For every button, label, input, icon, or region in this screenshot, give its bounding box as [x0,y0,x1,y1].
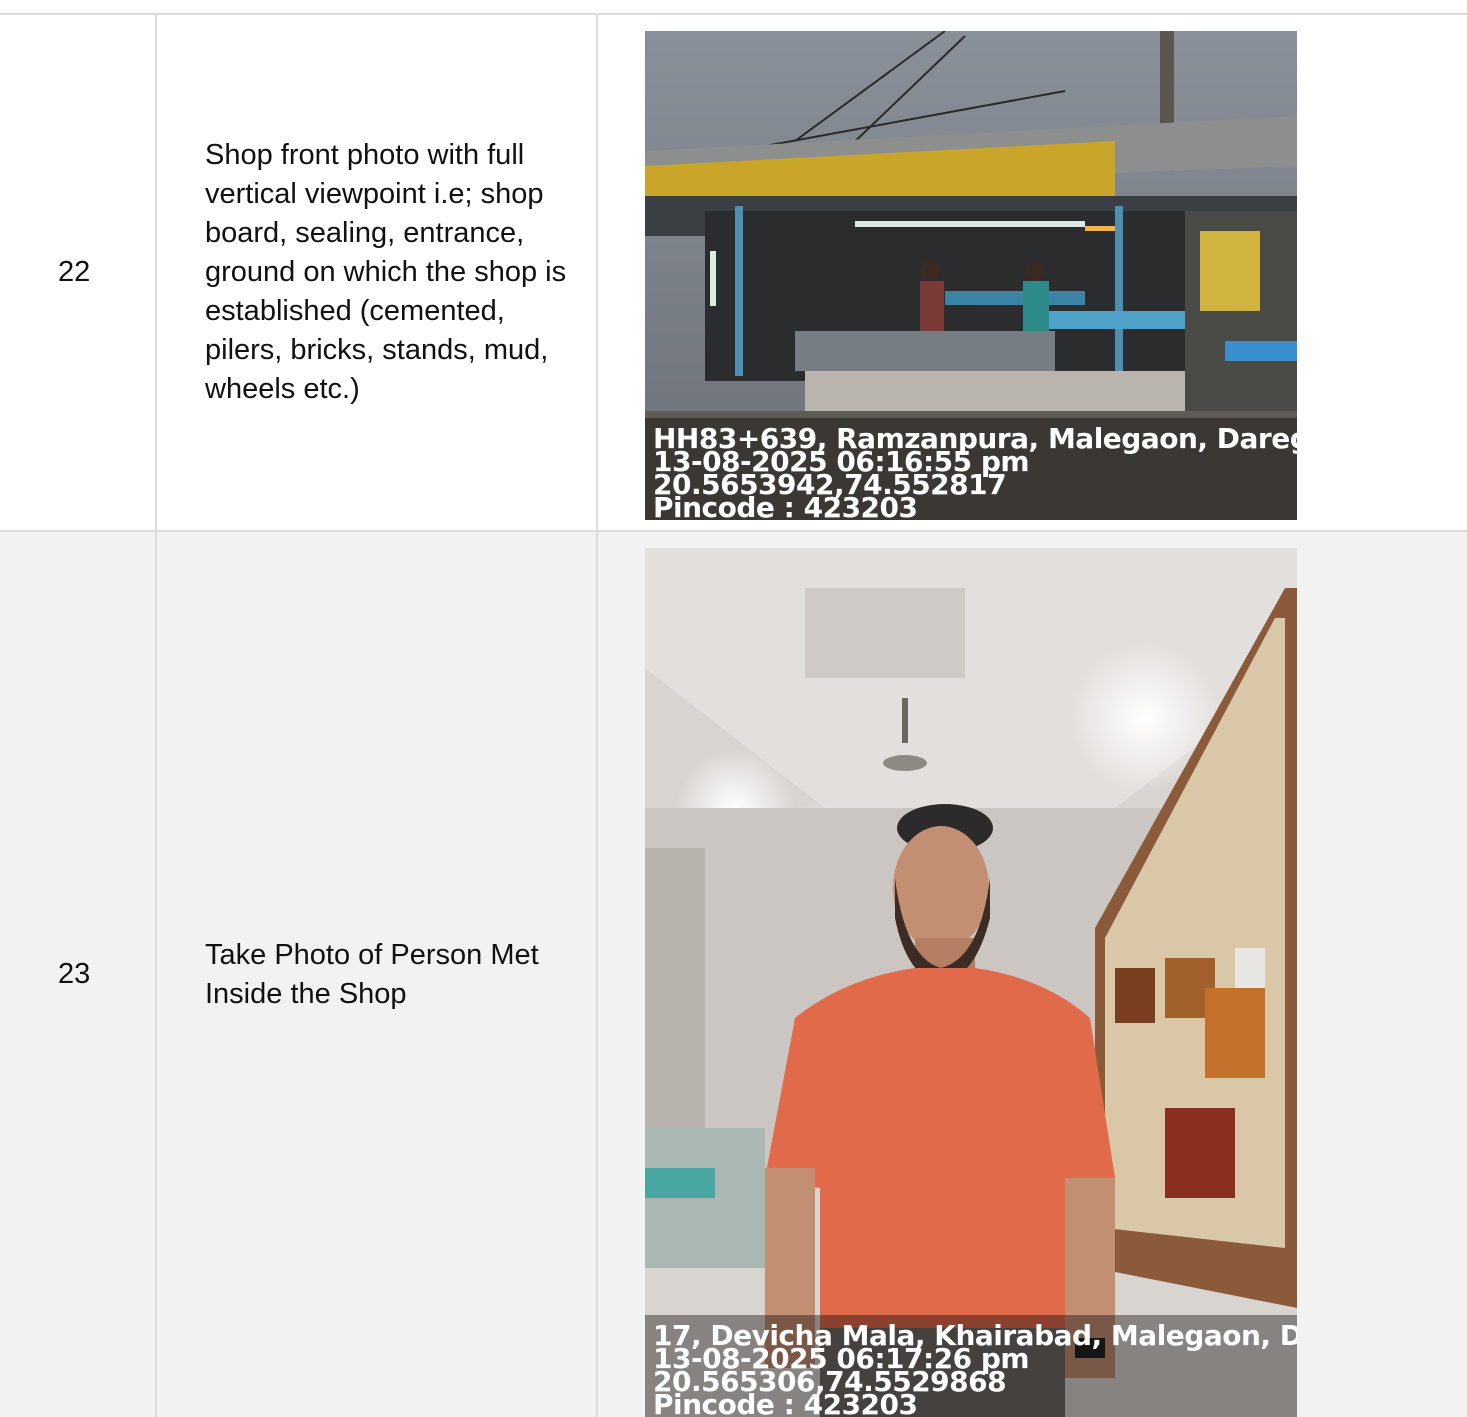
person-met-illustration [645,548,1297,1417]
table-row: 22 Shop front photo with full vertical v… [0,15,1467,532]
row-description: Shop front photo with full vertical view… [157,15,598,530]
photo-cell: HH83+639, Ramzanpura, Malegaon, Daregaon… [598,15,1467,530]
photo-geotag-stamp: HH83+639, Ramzanpura, Malegaon, Daregaon… [645,418,1297,520]
table-row: 23 Take Photo of Person Met Inside the S… [0,532,1467,1417]
row-number: 23 [0,532,157,1417]
document-table: 22 Shop front photo with full vertical v… [0,13,1467,1417]
row-number: 22 [0,15,157,530]
person-met-photo[interactable]: 17, Devicha Mala, Khairabad, Malegaon, D… [645,548,1297,1417]
shop-front-photo[interactable]: HH83+639, Ramzanpura, Malegaon, Daregaon… [645,31,1297,520]
photo-geotag-stamp: 17, Devicha Mala, Khairabad, Malegaon, D… [645,1315,1297,1417]
photo-cell: 17, Devicha Mala, Khairabad, Malegaon, D… [598,532,1467,1417]
row-description: Take Photo of Person Met Inside the Shop [157,532,598,1417]
